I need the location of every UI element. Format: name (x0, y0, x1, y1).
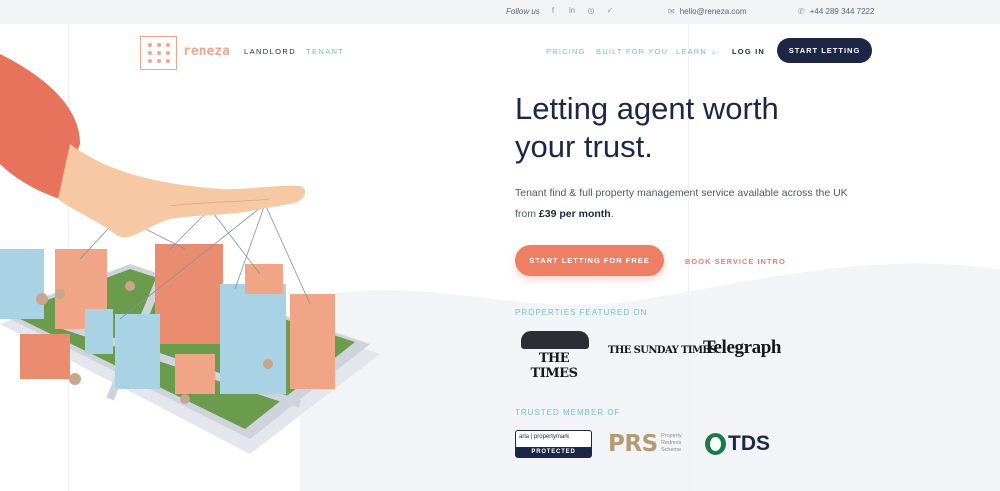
utility-bar: Follow us f in ◎ ✓ ✉ hello@reneza.com ✆ +4… (0, 0, 1000, 24)
book-service-intro-link[interactable]: BOOK SERVICE INTRO (685, 257, 786, 266)
email-link[interactable]: ✉ hello@reneza.com (668, 7, 747, 16)
trusted-label: TRUSTED MEMBER OF (515, 408, 621, 417)
phone-link[interactable]: ✆ +44 289 344 7222 (798, 7, 874, 16)
featured-label: PROPERTIES FEATURED ON (515, 308, 648, 317)
start-letting-button[interactable]: START LETTING (777, 38, 872, 63)
hero-subtext: Tenant find & full property management s… (515, 187, 848, 220)
nav-learn[interactable]: LEARN ⌄ (676, 47, 718, 56)
linkedin-icon[interactable]: in (567, 6, 577, 16)
follow-us-label: Follow us (506, 7, 540, 16)
hero-illustration (0, 54, 380, 454)
phone-icon: ✆ (798, 7, 805, 16)
tds-icon (705, 433, 726, 455)
nav-built-for-you[interactable]: BUILT FOR YOU (596, 47, 668, 56)
tds-logo: TDS (728, 432, 770, 455)
arla-propertymark-badge: arla | propertymark PROTECTED (515, 430, 592, 458)
facebook-icon[interactable]: f (548, 6, 558, 16)
sunday-times-logo: THE SUNDAY TIMES (608, 345, 717, 356)
twitter-icon[interactable]: ✓ (605, 6, 615, 16)
prs-subtitle: Property Redress Scheme (661, 433, 682, 453)
nav-login[interactable]: LOG IN (732, 47, 765, 56)
chevron-down-icon: ⌄ (710, 47, 718, 56)
instagram-icon[interactable]: ◎ (586, 6, 596, 16)
start-letting-free-button[interactable]: START LETTING FOR FREE (515, 245, 664, 276)
mail-icon: ✉ (668, 7, 675, 16)
prs-logo: PRS (608, 431, 658, 457)
hero-headline: Letting agent worth your trust. (515, 91, 779, 164)
the-times-logo: THE TIMES (515, 331, 593, 381)
nav-pricing[interactable]: PRICING (546, 47, 586, 56)
telegraph-logo: Telegraph (703, 337, 782, 358)
crest-icon (521, 331, 589, 349)
